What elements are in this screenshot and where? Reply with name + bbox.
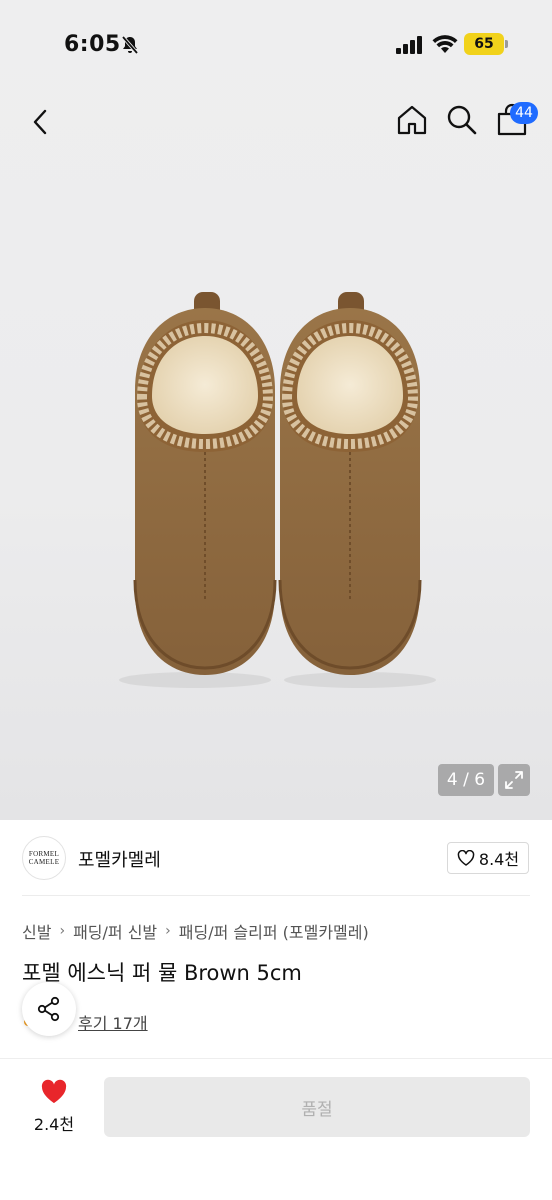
brand-row[interactable]: FORMEL CAMELE 포멜카멜레 8.4천 (0, 830, 552, 886)
bell-off-icon (121, 35, 139, 55)
cart-count-badge: 44 (510, 102, 538, 124)
search-icon (447, 105, 477, 135)
bottom-action-bar: 2.4천 품절 (0, 1058, 552, 1200)
brand-logo-line1: FORMEL (28, 850, 60, 858)
heart-filled-icon[interactable] (40, 1079, 68, 1105)
wish-count: 2.4천 (33, 1115, 75, 1134)
heart-outline-icon (457, 850, 475, 866)
expand-icon (505, 771, 523, 789)
sold-out-button[interactable]: 품절 (104, 1077, 530, 1137)
brand-like-count: 8.4천 (478, 850, 520, 869)
breadcrumb: 신발 › 패딩/퍼 신발 › 패딩/퍼 슬리퍼 (포멜카멜레) (22, 919, 369, 943)
home-button[interactable] (394, 102, 430, 138)
chevron-left-icon (33, 109, 47, 135)
home-icon (397, 105, 427, 135)
brand-name[interactable]: 포멜카멜레 (78, 846, 161, 872)
review-link[interactable]: 후기 17개 (78, 1010, 148, 1034)
wifi-icon (432, 35, 458, 53)
brand-logo[interactable]: FORMEL CAMELE (22, 836, 66, 880)
battery-indicator: 65 (464, 33, 504, 55)
image-counter: 4 / 6 (438, 764, 494, 796)
breadcrumb-item-shoes[interactable]: 신발 (22, 919, 51, 943)
status-bar: 6:05 65 (0, 0, 552, 90)
product-title: 포멜 에스닉 퍼 뮬 Brown 5cm (22, 961, 302, 985)
expand-image-button[interactable] (498, 764, 530, 796)
chevron-right-icon: › (165, 923, 171, 939)
product-image (119, 292, 436, 688)
share-button[interactable] (22, 982, 76, 1036)
breadcrumb-item-padding-shoes[interactable]: 패딩/퍼 신발 (73, 919, 157, 943)
status-time: 6:05 (64, 32, 121, 57)
chevron-right-icon: › (59, 923, 66, 939)
divider (22, 895, 530, 896)
product-gallery[interactable]: 6:05 65 44 4 / 6 (0, 0, 552, 820)
breadcrumb-item-padding-slippers[interactable]: 패딩/퍼 슬리퍼 (포멜카멜레) (179, 919, 369, 943)
brand-like-button[interactable]: 8.4천 (447, 842, 529, 874)
signal-icon (396, 36, 422, 54)
search-button[interactable] (444, 102, 480, 138)
share-icon (37, 996, 60, 1022)
back-button[interactable] (24, 104, 56, 140)
brand-logo-line2: CAMELE (28, 858, 60, 866)
battery-tip (505, 40, 508, 48)
